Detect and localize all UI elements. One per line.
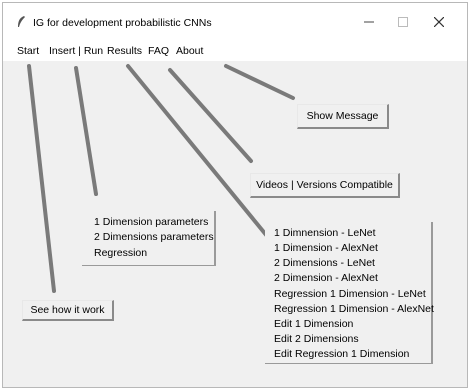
insert-menu-item[interactable]: 2 Dimensions parameters — [94, 231, 214, 243]
show-message-label: Show Message — [306, 110, 379, 122]
videos-versions-label: Videos | Versions Compatible — [256, 179, 393, 191]
results-menu-item[interactable]: 2 Dimensions - LeNet — [274, 257, 375, 269]
results-menu: 1 Dimnension - LeNet 1 Dimension - AlexN… — [265, 222, 434, 364]
line-faq — [168, 68, 253, 163]
insert-menu-item[interactable]: Regression — [94, 247, 147, 259]
videos-versions-button[interactable]: Videos | Versions Compatible — [250, 173, 400, 198]
line-about — [224, 64, 295, 100]
results-menu-item[interactable]: Edit Regression 1 Dimension — [274, 348, 409, 360]
line-start — [27, 64, 56, 293]
results-menu-item[interactable]: 2 Dimension - AlexNet — [274, 272, 378, 284]
results-menu-item[interactable]: 1 Dimnension - LeNet — [274, 227, 376, 239]
see-how-it-works-label: See how it work — [30, 304, 105, 316]
line-insert — [74, 66, 98, 196]
insert-menu-item[interactable]: 1 Dimension parameters — [94, 216, 208, 228]
insert-run-menu: 1 Dimension parameters 2 Dimensions para… — [82, 211, 216, 266]
results-menu-item[interactable]: Edit 1 Dimension — [274, 318, 353, 330]
results-menu-item[interactable]: 1 Dimension - AlexNet — [274, 242, 378, 254]
results-menu-item[interactable]: Regression 1 Dimension - LeNet — [274, 288, 426, 300]
see-how-it-works-button[interactable]: See how it work — [22, 300, 114, 321]
results-menu-item[interactable]: Regression 1 Dimension - AlexNet — [274, 303, 434, 315]
show-message-button[interactable]: Show Message — [297, 104, 389, 129]
results-menu-item[interactable]: Edit 2 Dimensions — [274, 333, 359, 345]
